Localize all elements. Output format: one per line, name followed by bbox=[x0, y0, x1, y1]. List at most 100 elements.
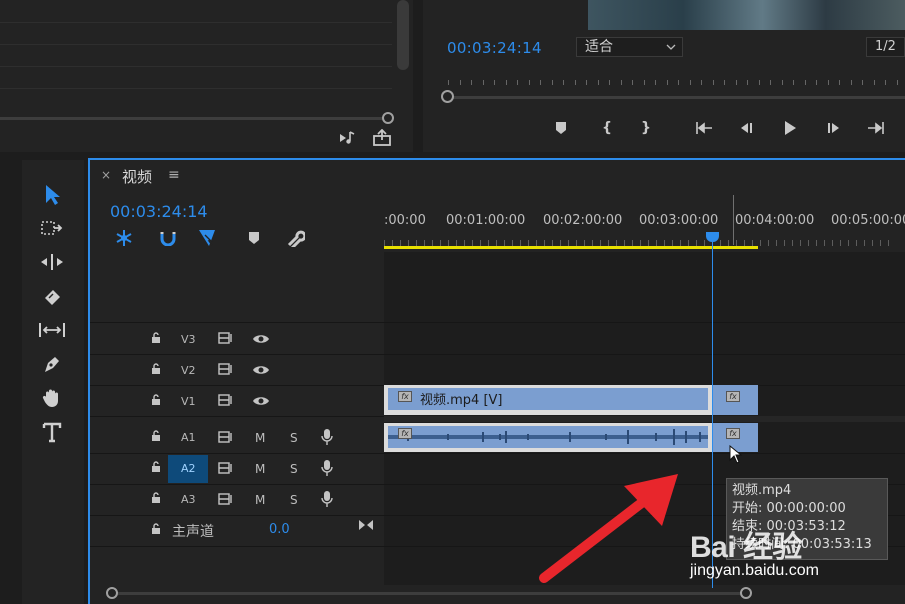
mark-in-icon[interactable]: { bbox=[595, 117, 619, 139]
playback-resolution-select[interactable]: 1/2 bbox=[866, 37, 905, 57]
sync-lock-icon[interactable] bbox=[218, 332, 234, 347]
mute-button[interactable]: M bbox=[255, 431, 265, 445]
lock-icon[interactable] bbox=[151, 461, 161, 472]
sync-lock-icon[interactable] bbox=[218, 363, 234, 378]
program-time-ruler[interactable] bbox=[440, 80, 905, 88]
source-zoom-bar[interactable] bbox=[0, 117, 392, 120]
divider bbox=[0, 44, 392, 45]
marker-line bbox=[733, 195, 734, 245]
timeline-timecode[interactable]: 00:03:24:14 bbox=[110, 202, 208, 221]
ruler-tick bbox=[701, 80, 702, 85]
panel-menu-icon[interactable]: ≡ bbox=[168, 167, 180, 183]
solo-button[interactable]: S bbox=[290, 462, 298, 476]
add-marker-icon[interactable] bbox=[549, 117, 573, 139]
ruler-tick bbox=[758, 80, 760, 85]
ripple-edit-tool-icon[interactable] bbox=[37, 248, 67, 276]
ruler-label: 00:03:00:00 bbox=[639, 213, 719, 228]
program-timecode[interactable]: 00:03:24:14 bbox=[447, 39, 542, 57]
step-forward-icon[interactable] bbox=[822, 117, 846, 139]
ruler-tick bbox=[792, 240, 793, 246]
slip-tool-icon[interactable] bbox=[37, 316, 67, 344]
mark-out-icon[interactable]: } bbox=[634, 117, 658, 139]
close-sequence-tab-icon[interactable]: × bbox=[101, 168, 111, 182]
ruler-tick bbox=[597, 80, 599, 85]
track-label-a2[interactable]: A2 bbox=[181, 462, 196, 475]
solo-button[interactable]: S bbox=[290, 493, 298, 507]
lock-icon[interactable] bbox=[151, 332, 161, 343]
go-to-in-icon[interactable] bbox=[692, 117, 716, 139]
sync-lock-icon[interactable] bbox=[218, 493, 234, 508]
time-ruler[interactable] bbox=[384, 236, 905, 246]
source-zoom-handle[interactable] bbox=[382, 112, 394, 124]
eye-icon[interactable] bbox=[252, 333, 270, 348]
ruler-tick bbox=[724, 80, 725, 85]
eye-icon[interactable] bbox=[252, 364, 270, 379]
video-audio-divider[interactable] bbox=[384, 416, 905, 422]
go-to-out-icon[interactable] bbox=[864, 117, 888, 139]
lock-icon[interactable] bbox=[151, 394, 161, 405]
ruler-tick bbox=[689, 80, 691, 85]
step-back-icon[interactable] bbox=[734, 117, 758, 139]
pen-tool-icon[interactable] bbox=[37, 350, 67, 378]
razor-tool-icon[interactable] bbox=[37, 283, 67, 311]
track-label-v3[interactable]: V3 bbox=[181, 333, 196, 346]
add-marker-icon[interactable] bbox=[243, 228, 265, 248]
microphone-icon[interactable] bbox=[321, 459, 333, 480]
track-label-v1[interactable]: V1 bbox=[181, 395, 196, 408]
ruler-tick bbox=[735, 80, 737, 85]
sync-lock-icon[interactable] bbox=[218, 431, 234, 446]
ruler-tick bbox=[850, 80, 852, 85]
music-note-icon[interactable] bbox=[338, 130, 358, 146]
work-area-bar[interactable] bbox=[384, 246, 758, 249]
mouse-cursor-icon bbox=[729, 444, 743, 468]
timeline-zoom-bar[interactable] bbox=[112, 592, 746, 595]
program-zoom-bar[interactable] bbox=[446, 96, 905, 99]
ruler-label: :00:00 bbox=[384, 213, 426, 228]
lock-icon[interactable] bbox=[151, 492, 161, 503]
chevron-down-icon bbox=[666, 38, 676, 63]
master-volume-value[interactable]: 0.0 bbox=[269, 522, 290, 537]
sequence-tab-title[interactable]: 视频 bbox=[122, 166, 152, 187]
track-label-a1[interactable]: A1 bbox=[181, 431, 196, 444]
snap-icon[interactable] bbox=[157, 228, 179, 248]
solo-button[interactable]: S bbox=[290, 431, 298, 445]
type-tool-icon[interactable] bbox=[37, 418, 67, 446]
selection-tool-icon[interactable] bbox=[37, 181, 67, 209]
lock-icon[interactable] bbox=[151, 430, 161, 441]
microphone-icon[interactable] bbox=[321, 428, 333, 449]
lock-icon[interactable] bbox=[151, 523, 161, 534]
ruler-tick bbox=[482, 80, 484, 85]
ruler-tick bbox=[574, 80, 576, 85]
ruler-tick bbox=[804, 80, 806, 85]
export-frame-icon[interactable] bbox=[372, 128, 392, 147]
sync-lock-icon[interactable] bbox=[218, 394, 234, 409]
ruler-tick bbox=[747, 80, 748, 85]
track-label-v2[interactable]: V2 bbox=[181, 364, 196, 377]
ruler-tick bbox=[827, 80, 829, 85]
mute-button[interactable]: M bbox=[255, 462, 265, 476]
nest-sequence-icon[interactable] bbox=[113, 228, 135, 248]
ruler-label: 00:01:00:00 bbox=[446, 213, 526, 228]
play-icon[interactable] bbox=[778, 117, 802, 139]
eye-icon[interactable] bbox=[252, 395, 270, 410]
track-select-tool-icon[interactable] bbox=[37, 214, 67, 242]
video-clip-label: 视频.mp4 [V] bbox=[420, 393, 503, 408]
ruler-tick bbox=[880, 240, 881, 246]
go-to-end-icon[interactable] bbox=[358, 519, 374, 534]
wrench-icon[interactable] bbox=[285, 228, 307, 248]
linked-selection-icon[interactable] bbox=[197, 228, 219, 248]
timeline-zoom-handle-right[interactable] bbox=[740, 587, 752, 599]
microphone-icon[interactable] bbox=[321, 490, 333, 511]
mute-button[interactable]: M bbox=[255, 493, 265, 507]
lock-icon[interactable] bbox=[151, 363, 161, 374]
ruler-tick bbox=[632, 80, 633, 85]
track-label-a3[interactable]: A3 bbox=[181, 493, 196, 506]
source-vertical-scrollbar[interactable] bbox=[397, 0, 409, 70]
timeline-zoom-handle-left[interactable] bbox=[106, 587, 118, 599]
fx-badge: fx bbox=[398, 391, 412, 402]
ruler-tick bbox=[471, 80, 472, 85]
program-zoom-handle[interactable] bbox=[441, 90, 454, 103]
hand-tool-icon[interactable] bbox=[37, 384, 67, 412]
zoom-level-select[interactable]: 适合 bbox=[576, 37, 683, 57]
sync-lock-icon[interactable] bbox=[218, 462, 234, 477]
